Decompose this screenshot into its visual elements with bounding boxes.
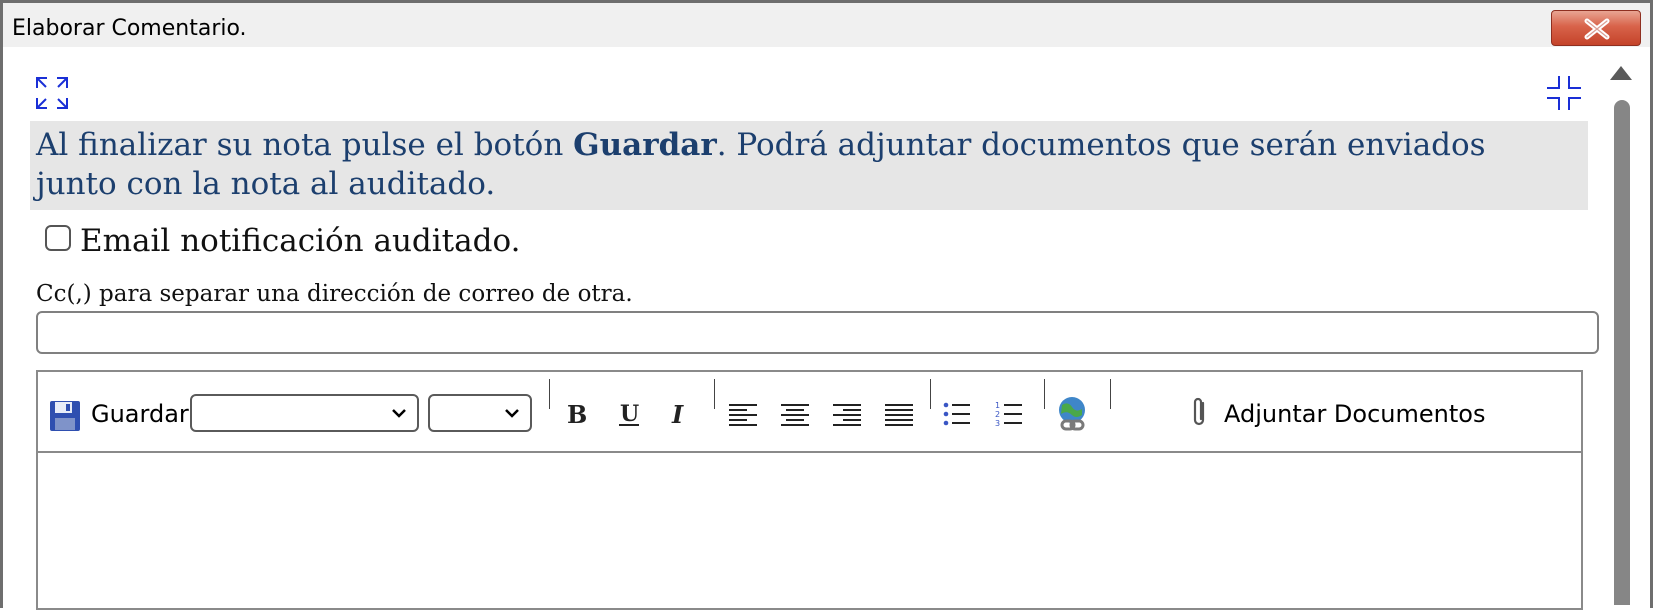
cc-label: Cc(,) para separar una dirección de corr… — [36, 281, 633, 307]
editor-content-area[interactable] — [38, 453, 1581, 613]
insert-link-icon[interactable] — [1054, 395, 1092, 433]
instructions-panel: Al finalizar su nota pulse el botón Guar… — [30, 121, 1588, 210]
expand-icon[interactable] — [34, 75, 70, 111]
svg-text:U: U — [620, 401, 639, 427]
align-left-icon[interactable] — [728, 399, 758, 429]
chevron-down-icon — [505, 409, 519, 418]
italic-icon[interactable]: I — [664, 399, 694, 429]
paperclip-icon[interactable] — [1188, 396, 1212, 430]
align-center-icon[interactable] — [780, 399, 810, 429]
svg-text:2: 2 — [995, 410, 1000, 419]
underline-icon[interactable]: U — [614, 399, 644, 429]
font-size-select[interactable] — [428, 394, 532, 432]
rich-text-editor: Guardar B U I 1 2 3 Adjuntar Documentos — [36, 370, 1583, 610]
svg-text:B: B — [567, 400, 587, 429]
svg-text:1: 1 — [995, 401, 1000, 410]
align-justify-icon[interactable] — [884, 399, 914, 429]
align-right-icon[interactable] — [832, 399, 862, 429]
font-family-select[interactable] — [190, 394, 419, 432]
close-button[interactable] — [1551, 10, 1641, 46]
dialog-title: Elaborar Comentario. — [12, 16, 247, 41]
collapse-icon[interactable] — [1546, 75, 1582, 111]
bold-icon[interactable]: B — [562, 399, 592, 429]
email-notification-checkbox[interactable] — [45, 225, 71, 251]
svg-text:I: I — [671, 400, 684, 429]
editor-toolbar: Guardar B U I 1 2 3 Adjuntar Documentos — [38, 372, 1581, 453]
toolbar-separator — [930, 379, 931, 409]
save-icon[interactable] — [49, 400, 81, 432]
cc-input[interactable] — [36, 311, 1599, 354]
toolbar-separator — [549, 379, 550, 409]
toolbar-separator — [1110, 379, 1111, 409]
toolbar-separator — [1044, 379, 1045, 409]
attach-documents-button[interactable]: Adjuntar Documentos — [1224, 400, 1485, 428]
email-notification-label: Email notificación auditado. — [80, 223, 521, 259]
instructions-text: Al finalizar su nota pulse el botón Guar… — [36, 127, 1486, 202]
scrollbar-thumb[interactable] — [1614, 100, 1630, 605]
close-icon — [1584, 18, 1610, 40]
bullet-list-icon[interactable] — [942, 399, 972, 429]
save-button[interactable]: Guardar — [91, 400, 189, 428]
svg-text:3: 3 — [995, 419, 1000, 428]
chevron-down-icon — [392, 409, 406, 418]
title-bar: Elaborar Comentario. — [3, 3, 1650, 47]
scroll-up-arrow[interactable] — [1610, 66, 1632, 80]
numbered-list-icon[interactable]: 123 — [994, 399, 1024, 429]
toolbar-separator — [714, 379, 715, 409]
